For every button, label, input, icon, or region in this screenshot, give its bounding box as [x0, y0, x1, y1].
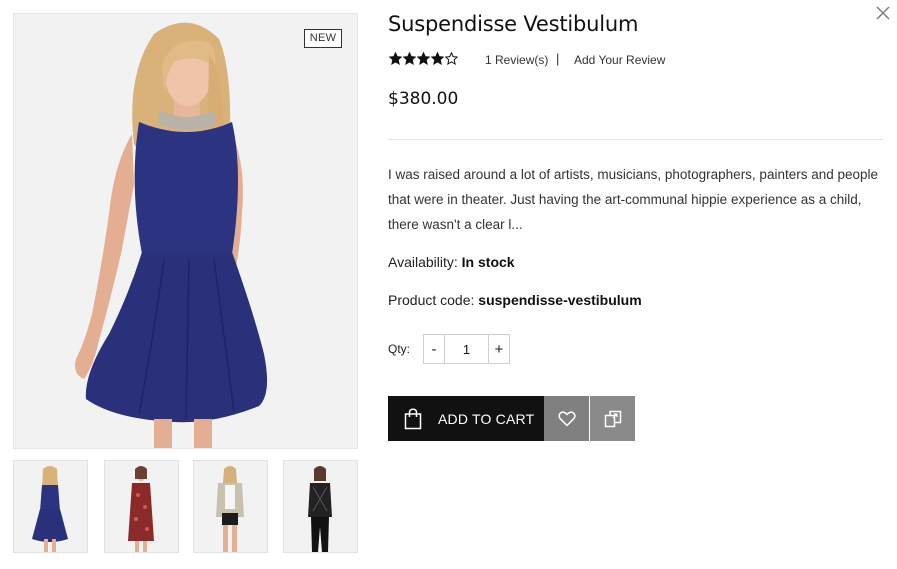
thumbnail-image	[194, 461, 267, 552]
wishlist-button[interactable]	[544, 396, 589, 441]
quantity-stepper: - +	[423, 334, 510, 364]
thumbnail-navy-dress[interactable]	[13, 460, 88, 553]
thumbnail-black-lace-top[interactable]	[283, 460, 358, 553]
thumbnail-image	[105, 461, 178, 552]
review-count-link[interactable]: 1 Review(s)	[485, 53, 548, 67]
shopping-bag-icon	[404, 407, 422, 429]
product-description: I was raised around a lot of artists, mu…	[388, 167, 879, 232]
close-button[interactable]	[872, 2, 894, 24]
main-product-image[interactable]: NEW	[13, 13, 358, 449]
rating-stars	[389, 52, 458, 65]
product-photo-model	[14, 14, 357, 448]
close-icon	[876, 6, 890, 20]
availability: Availability: In stock	[388, 254, 515, 270]
product-code: Product code: suspendisse-vestibulum	[388, 292, 642, 308]
thumbnail-jacket-shorts[interactable]	[193, 460, 268, 553]
compare-button[interactable]	[590, 396, 635, 441]
review-separator: |	[556, 51, 560, 66]
star-filled-icon	[417, 52, 430, 65]
product-price: $380.00	[388, 89, 459, 109]
new-badge: NEW	[304, 29, 342, 48]
divider	[388, 139, 883, 140]
thumbnail-image	[14, 461, 87, 552]
thumbnail-red-floral-dress[interactable]	[104, 460, 179, 553]
product-code-value: suspendisse-vestibulum	[478, 292, 642, 308]
availability-label: Availability:	[388, 254, 458, 270]
star-empty-icon	[445, 52, 458, 65]
star-filled-icon	[389, 52, 402, 65]
qty-decrease-button[interactable]: -	[424, 335, 444, 363]
star-filled-icon	[403, 52, 416, 65]
qty-input[interactable]	[444, 335, 489, 363]
add-to-cart-button[interactable]: ADD TO CART	[388, 396, 544, 441]
add-to-cart-label: ADD TO CART	[438, 410, 535, 427]
compare-icon	[604, 410, 621, 427]
star-filled-icon	[431, 52, 444, 65]
thumbnail-image	[284, 461, 357, 552]
add-review-link[interactable]: Add Your Review	[574, 53, 665, 67]
heart-icon	[557, 410, 576, 426]
product-code-label: Product code:	[388, 292, 475, 308]
product-title: Suspendisse Vestibulum	[388, 12, 639, 36]
availability-value: In stock	[461, 254, 515, 270]
qty-increase-button[interactable]: +	[489, 335, 509, 363]
qty-label: Qty:	[388, 342, 411, 356]
